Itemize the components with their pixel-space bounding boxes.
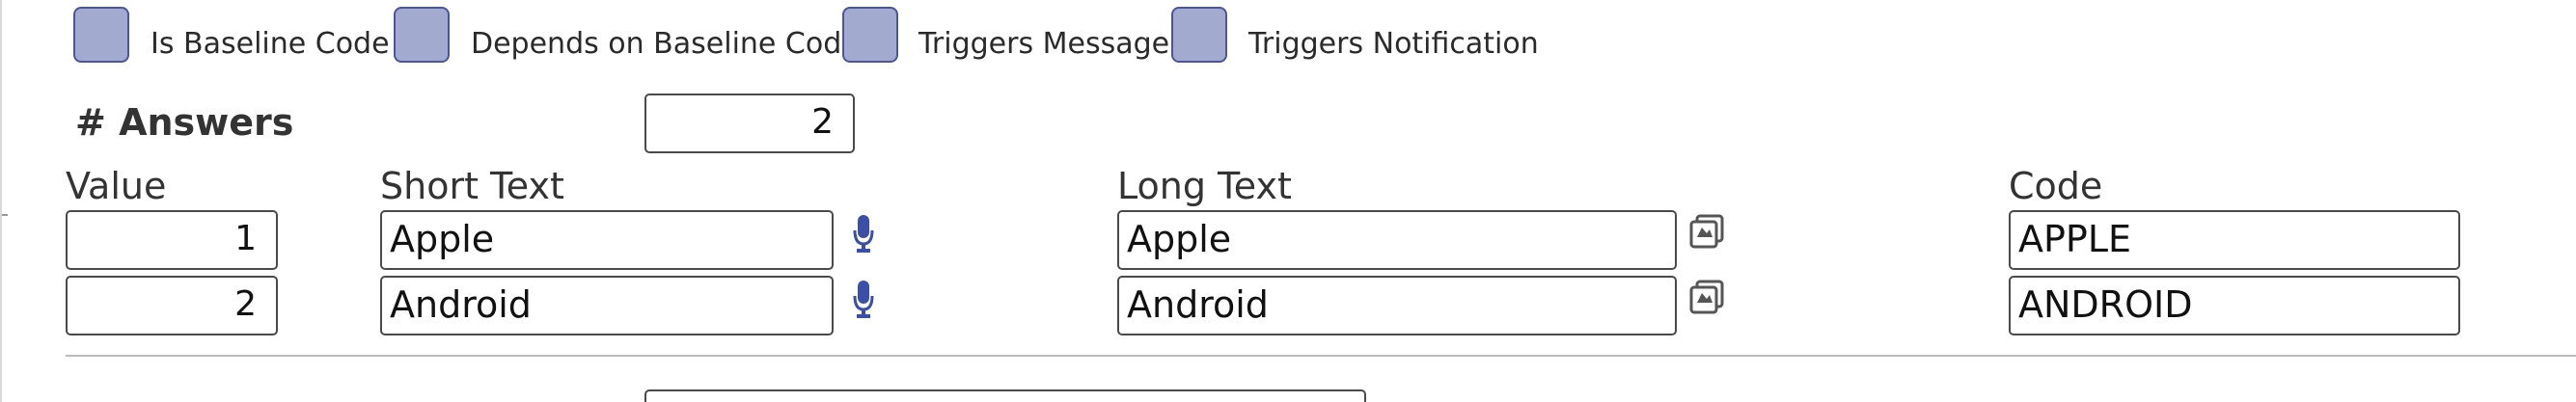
depends-on-baseline-code-label: Depends on Baseline Code	[471, 27, 860, 61]
answer-short-text-input[interactable]: Apple	[380, 210, 834, 270]
image-gallery-icon[interactable]	[1688, 280, 1725, 316]
left-border	[0, 0, 2, 402]
triggers-message-checkbox[interactable]	[842, 7, 898, 63]
answer-short-text-input[interactable]: Android	[380, 276, 834, 335]
answer-code-input[interactable]: ANDROID	[2009, 276, 2460, 335]
next-section-input[interactable]	[644, 389, 1366, 402]
answers-count-input[interactable]: 2	[644, 94, 855, 153]
microphone-icon[interactable]	[853, 213, 874, 254]
long-text-column-header: Long Text	[1117, 165, 1292, 207]
image-gallery-icon[interactable]	[1688, 214, 1725, 251]
is-baseline-code-checkbox[interactable]	[73, 7, 129, 63]
question-editor-panel: Is Baseline Code Depends on Baseline Cod…	[0, 0, 2576, 402]
answer-long-text-input[interactable]: Apple	[1117, 210, 1677, 270]
triggers-notification-label: Triggers Notification	[1248, 27, 1539, 61]
answer-value-input[interactable]: 2	[66, 276, 278, 335]
answers-count-label: # Answers	[75, 101, 294, 144]
section-divider	[66, 355, 2576, 357]
answer-long-text-input[interactable]: Android	[1117, 276, 1677, 335]
triggers-message-label: Triggers Message	[918, 27, 1170, 61]
is-baseline-code-label: Is Baseline Code	[151, 27, 390, 61]
depends-on-baseline-code-checkbox[interactable]	[394, 7, 450, 63]
microphone-icon[interactable]	[853, 279, 874, 319]
triggers-notification-checkbox[interactable]	[1171, 7, 1227, 63]
short-text-column-header: Short Text	[380, 165, 564, 207]
code-column-header: Code	[2009, 165, 2103, 207]
left-border-tick	[2, 214, 8, 216]
answer-value-input[interactable]: 1	[66, 210, 278, 270]
value-column-header: Value	[66, 165, 167, 207]
answer-code-input[interactable]: APPLE	[2009, 210, 2460, 270]
